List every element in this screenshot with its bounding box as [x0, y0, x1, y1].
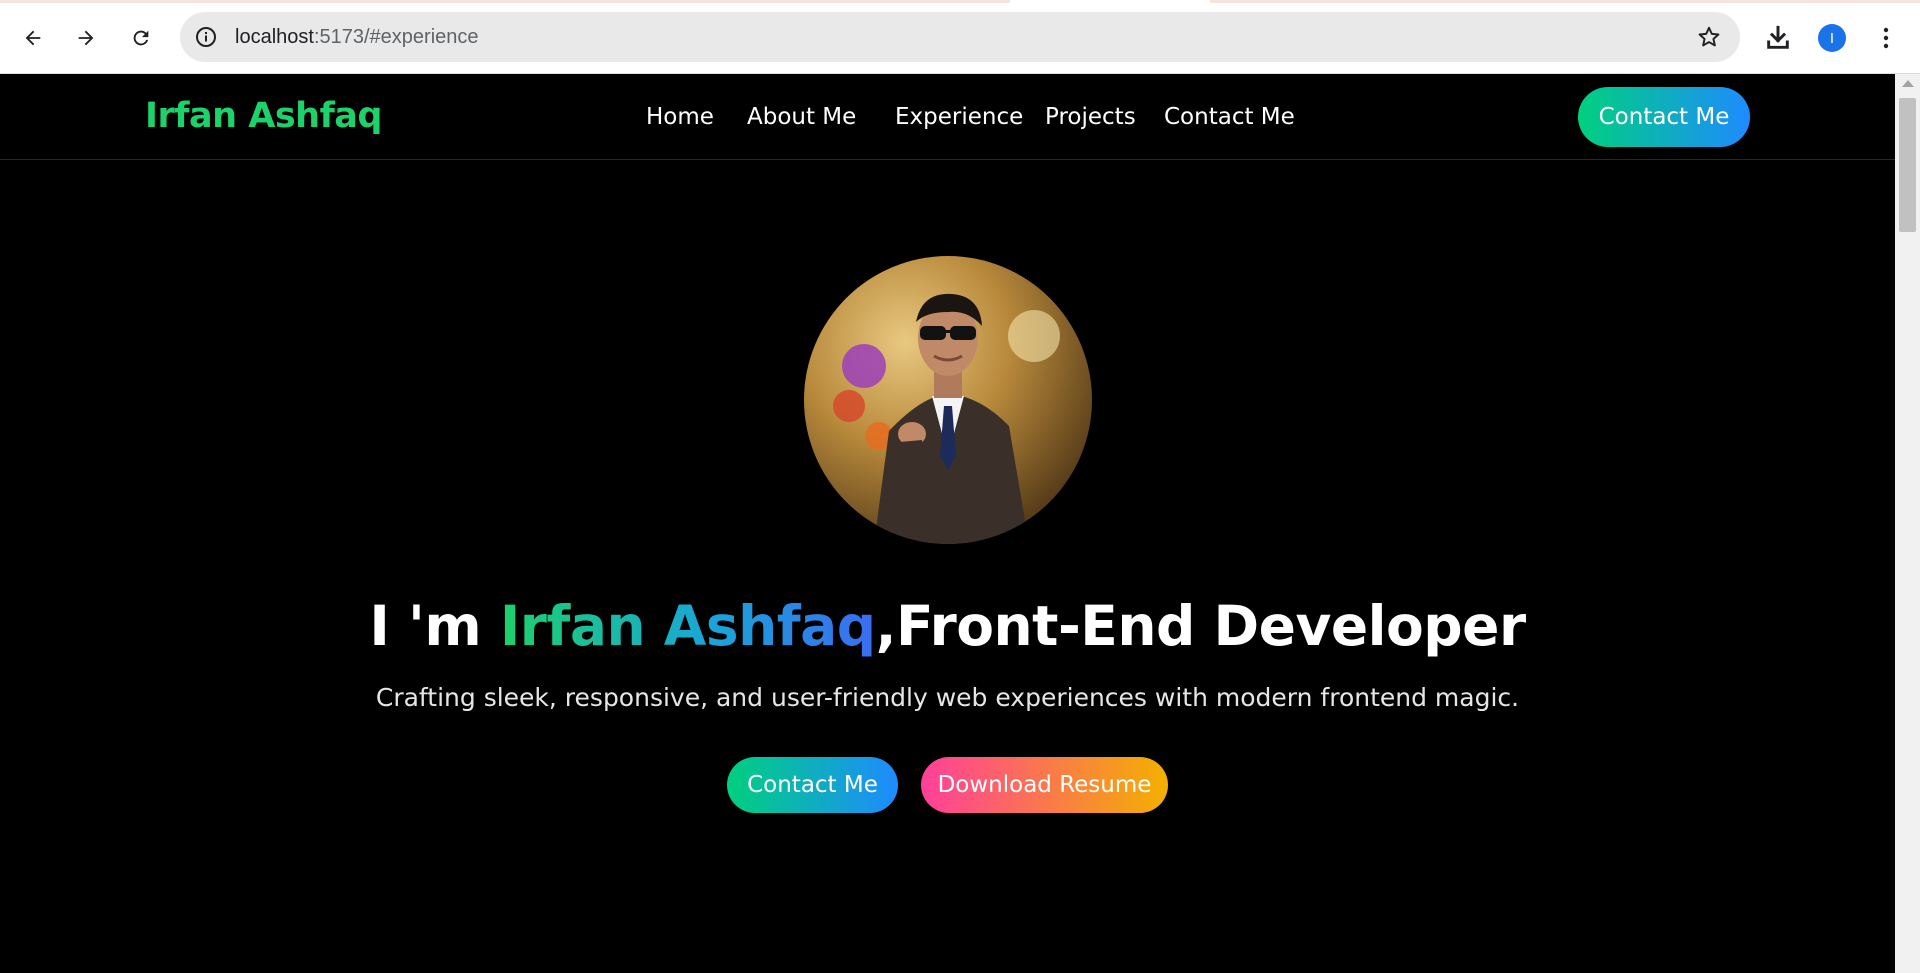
browser-toolbar: localhost:5173/#experience I	[0, 0, 1920, 74]
nav-contact[interactable]: Contact Me	[1164, 104, 1295, 130]
more-vert-icon[interactable]	[1874, 22, 1898, 54]
hero-tagline: Crafting sleek, responsive, and user-fri…	[375, 683, 1520, 712]
nav-about[interactable]: About Me	[747, 104, 856, 130]
scroll-up-arrow-icon[interactable]	[1902, 80, 1914, 87]
url-host: localhost	[235, 26, 314, 48]
profile-avatar[interactable]: I	[1818, 24, 1846, 52]
download-icon[interactable]	[1762, 22, 1794, 54]
header-contact-button[interactable]: Contact Me	[1578, 87, 1750, 147]
site-header: Irfan Ashfaq Home About Me Experience Pr…	[0, 74, 1895, 160]
hero-headline: I 'm Irfan Ashfaq,Front-End Developer	[0, 594, 1895, 658]
back-arrow-icon	[25, 30, 41, 46]
headline-suffix: ,Front-End Developer	[875, 594, 1526, 658]
reload-button[interactable]	[123, 20, 159, 56]
headline-prefix: I 'm	[369, 594, 500, 658]
url-path: :5173/#experience	[313, 26, 479, 48]
nav-projects[interactable]: Projects	[1045, 104, 1136, 130]
profile-photo-image	[804, 256, 1092, 544]
page-scrollbar[interactable]	[1895, 74, 1920, 973]
profile-photo	[804, 256, 1092, 544]
scrollbar-thumb[interactable]	[1899, 98, 1916, 232]
star-icon[interactable]	[1696, 24, 1722, 50]
tab-strip-edge	[0, 0, 1920, 3]
hero-contact-button[interactable]: Contact Me	[727, 757, 898, 813]
address-bar[interactable]: localhost:5173/#experience	[180, 12, 1740, 62]
page-viewport: Irfan Ashfaq Home About Me Experience Pr…	[0, 74, 1895, 973]
nav-home[interactable]: Home	[646, 104, 714, 130]
info-icon[interactable]	[194, 25, 218, 49]
reload-icon	[133, 30, 149, 46]
nav-experience[interactable]: Experience	[895, 104, 1023, 130]
forward-arrow-icon	[78, 30, 94, 46]
back-button[interactable]	[15, 20, 51, 56]
url-text[interactable]: localhost:5173/#experience	[235, 26, 479, 49]
forward-button[interactable]	[68, 20, 104, 56]
headline-name: Irfan Ashfaq	[499, 594, 876, 658]
download-resume-button[interactable]: Download Resume	[921, 757, 1168, 813]
